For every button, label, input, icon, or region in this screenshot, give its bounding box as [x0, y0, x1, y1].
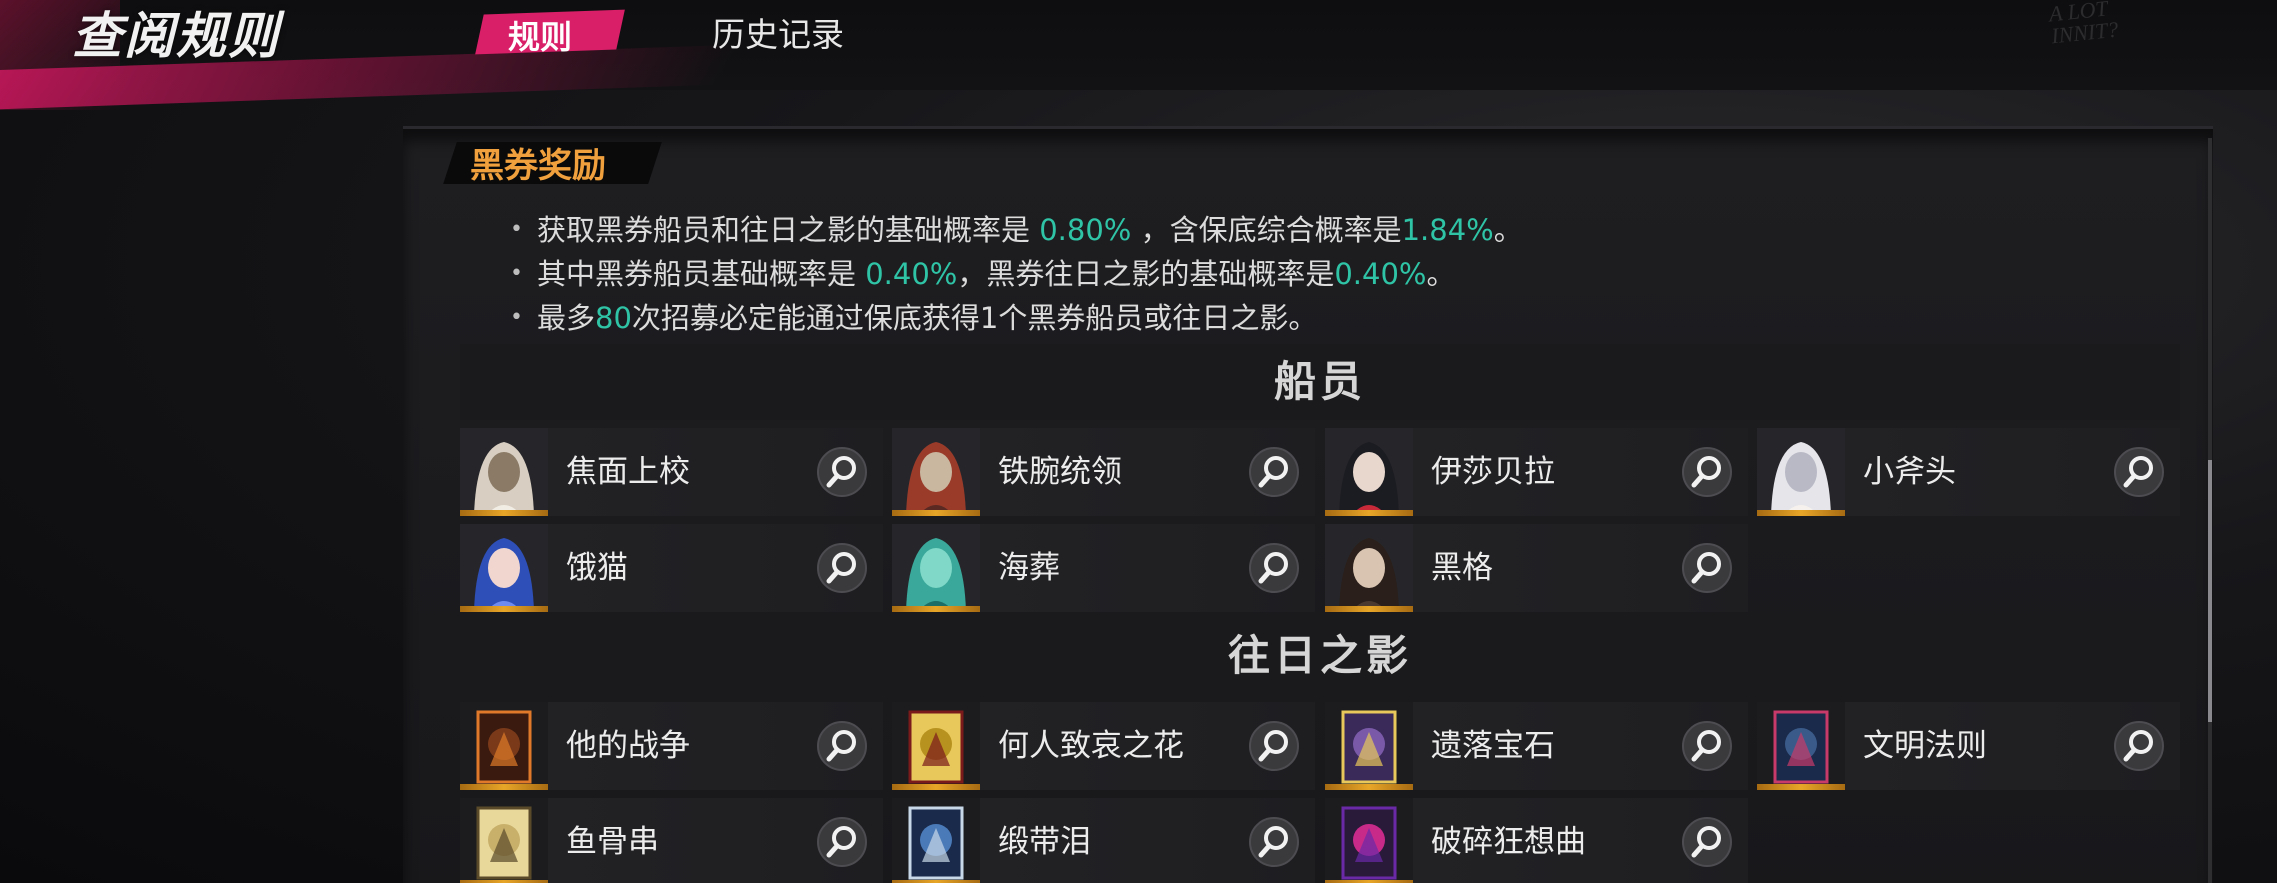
portrait-image [460, 524, 548, 612]
pool-item-card[interactable]: 破碎狂想曲 [1325, 798, 1748, 883]
pool-item-name: 缎带泪 [998, 824, 1091, 860]
portrait-image [892, 702, 980, 790]
pool-item-name: 文明法则 [1863, 728, 1987, 764]
pool-item-card[interactable]: 焦面上校 [460, 428, 883, 516]
portrait-image [1325, 524, 1413, 612]
portrait-image [892, 798, 980, 883]
pool-item-name: 焦面上校 [566, 454, 690, 490]
scrollbar-thumb[interactable] [2208, 460, 2212, 722]
magnifier-icon[interactable] [2114, 447, 2164, 497]
rule-text: 最多 [536, 301, 595, 335]
magnifier-icon[interactable] [1249, 817, 1299, 867]
pool-item-card[interactable]: 鱼骨串 [460, 798, 883, 883]
group-header-crew: 船员 [460, 344, 2180, 420]
bullet-icon: • [510, 217, 523, 242]
pool-item-name: 饿猫 [566, 550, 628, 586]
magnifier-icon[interactable] [817, 721, 867, 771]
rarity-base-bar [460, 784, 548, 790]
rule-value: 0.80% [1039, 213, 1132, 247]
pool-item-name: 铁腕统领 [998, 454, 1122, 490]
rule-text: 获取黑券船员和往日之影的基础概率是 [536, 213, 1040, 247]
rule-value: 1.84% [1401, 213, 1494, 247]
portrait-image [1757, 428, 1845, 516]
pool-item-card[interactable]: 他的战争 [460, 702, 883, 790]
rule-text: ，黑券往日之影的基础概率是 [957, 257, 1335, 291]
rule-text: 其中黑券船员基础概率是 [536, 257, 866, 291]
rule-text: 。 [1426, 257, 1456, 291]
pool-item-card[interactable]: 铁腕统领 [892, 428, 1315, 516]
top-bar: 查阅规则 规则 历史记录 A LOT INNIT? [0, 0, 2277, 112]
pool-item-card[interactable]: 伊莎贝拉 [1325, 428, 1748, 516]
pool-item-name: 何人致哀之花 [998, 728, 1184, 764]
rule-line: • 其中黑券船员基础概率是 0.40%，黑券往日之影的基础概率是0.40%。 [510, 252, 1523, 296]
bullet-icon: • [510, 261, 523, 286]
magnifier-icon[interactable] [1682, 447, 1732, 497]
pool-item-name: 伊莎贝拉 [1431, 454, 1555, 490]
rarity-base-bar [1325, 510, 1413, 516]
magnifier-icon[interactable] [1682, 817, 1732, 867]
rule-value: 0.40% [1334, 257, 1427, 291]
magnifier-icon[interactable] [1682, 543, 1732, 593]
group-header-shadows: 往日之影 [460, 618, 2180, 694]
portrait-image [1757, 702, 1845, 790]
rule-value: 0.40% [865, 257, 958, 291]
portrait-image [1325, 702, 1413, 790]
bullet-icon: • [510, 305, 523, 330]
rule-line: • 获取黑券船员和往日之影的基础概率是 0.80% ，含保底综合概率是1.84%。 [510, 208, 1523, 252]
rules-list: • 获取黑券船员和往日之影的基础概率是 0.80% ，含保底综合概率是1.84%。… [510, 208, 1523, 340]
rarity-base-bar [892, 606, 980, 612]
pool-item-name: 黑格 [1431, 550, 1493, 586]
pool-item-card[interactable]: 缎带泪 [892, 798, 1315, 883]
tab-rules-label: 规则 [508, 18, 573, 56]
portrait-image [460, 798, 548, 883]
pool-item-name: 海葬 [998, 550, 1060, 586]
pool-item-card[interactable]: 小斧头 [1757, 428, 2180, 516]
magnifier-icon[interactable] [1249, 543, 1299, 593]
pool-item-card[interactable]: 饿猫 [460, 524, 883, 612]
pool-item-name: 破碎狂想曲 [1431, 824, 1586, 860]
pool-item-card[interactable]: 遗落宝石 [1325, 702, 1748, 790]
rarity-base-bar [1325, 784, 1413, 790]
rarity-base-bar [892, 510, 980, 516]
rule-text: 。 [1493, 213, 1523, 247]
magnifier-icon[interactable] [817, 543, 867, 593]
portrait-image [1325, 428, 1413, 516]
pool-item-name: 他的战争 [566, 728, 690, 764]
magnifier-icon[interactable] [2114, 721, 2164, 771]
magnifier-icon[interactable] [1249, 447, 1299, 497]
pool-item-card[interactable]: 何人致哀之花 [892, 702, 1315, 790]
rarity-base-bar [460, 606, 548, 612]
magnifier-icon[interactable] [817, 817, 867, 867]
scrollbar-track[interactable] [2208, 138, 2212, 883]
tab-history[interactable]: 历史记录 [712, 8, 844, 56]
portrait-image [892, 428, 980, 516]
rule-value: 80 [595, 301, 632, 335]
portrait-image [1325, 798, 1413, 883]
rarity-base-bar [1757, 510, 1845, 516]
rarity-base-bar [1757, 784, 1845, 790]
pool-item-name: 小斧头 [1863, 454, 1956, 490]
tab-rules[interactable]: 规则 [475, 8, 625, 56]
portrait-image [892, 524, 980, 612]
magnifier-icon[interactable] [1249, 721, 1299, 771]
rarity-base-bar [892, 784, 980, 790]
magnifier-icon[interactable] [817, 447, 867, 497]
pool-item-card[interactable]: 黑格 [1325, 524, 1748, 612]
pool-item-card[interactable]: 海葬 [892, 524, 1315, 612]
portrait-image [460, 428, 548, 516]
section-title-label: 黑券奖励 [470, 146, 606, 186]
pool-item-card[interactable]: 文明法则 [1757, 702, 2180, 790]
rules-screen: 查阅规则 规则 历史记录 A LOT INNIT? 黑券奖励 • 获取黑券船员和往… [0, 0, 2277, 883]
page-title: 查阅规则 [72, 7, 280, 65]
rarity-base-bar [1325, 606, 1413, 612]
rule-text: ，含保底综合概率是 [1131, 213, 1402, 247]
corner-watermark-logo: A LOT INNIT? [2047, 0, 2120, 49]
pool-item-name: 遗落宝石 [1431, 728, 1555, 764]
pool-item-name: 鱼骨串 [566, 824, 659, 860]
magnifier-icon[interactable] [1682, 721, 1732, 771]
portrait-image [460, 702, 548, 790]
rule-text: 次招募必定能通过保底获得1个黑券船员或往日之影。 [631, 301, 1318, 335]
rarity-base-bar [460, 510, 548, 516]
rule-line: • 最多80次招募必定能通过保底获得1个黑券船员或往日之影。 [510, 296, 1523, 340]
